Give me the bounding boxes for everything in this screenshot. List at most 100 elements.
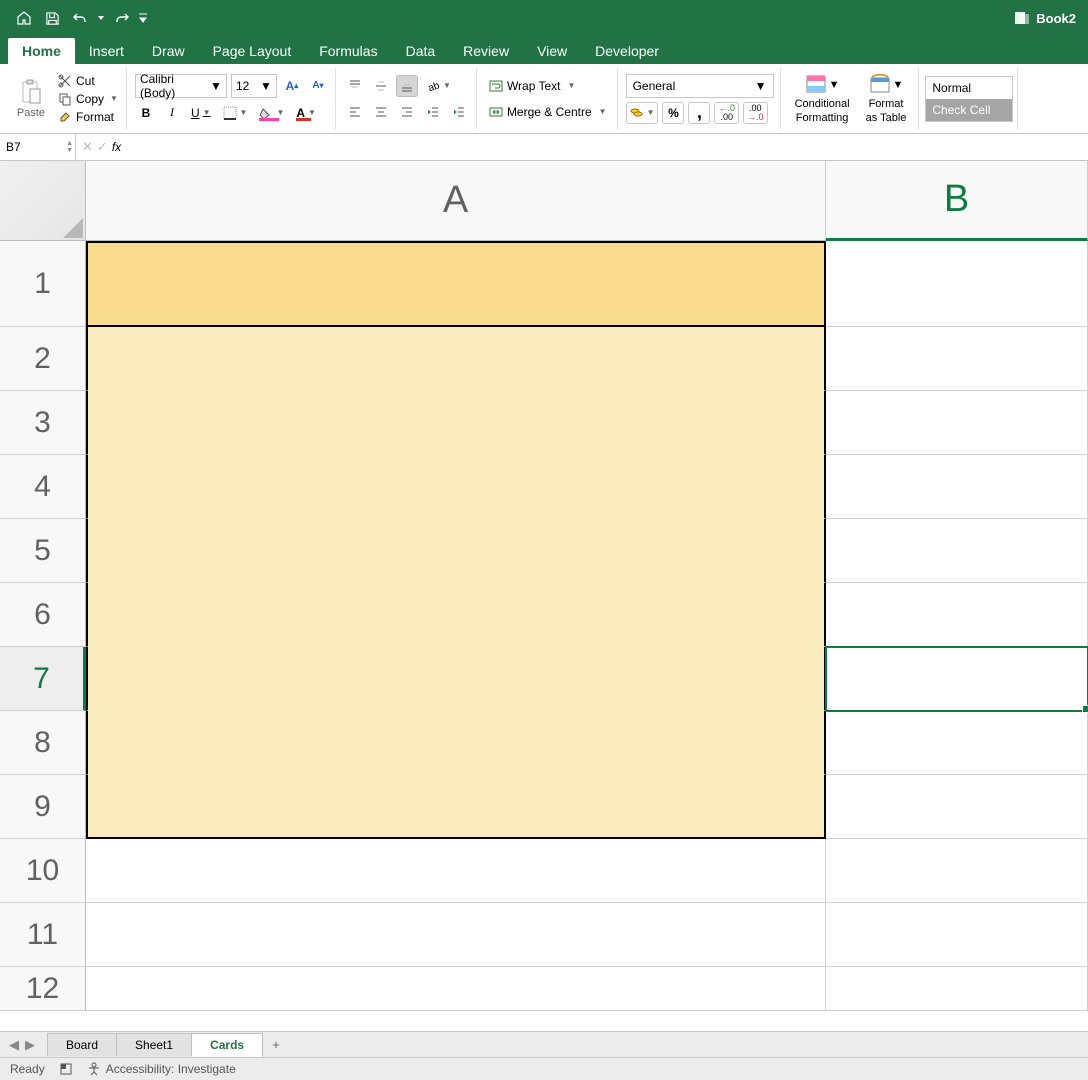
cell-a11[interactable] — [86, 903, 826, 967]
orientation-button[interactable]: ab▼ — [422, 75, 455, 97]
decrease-font-button[interactable]: A▾ — [307, 75, 329, 97]
cell-b10[interactable] — [826, 839, 1088, 903]
cancel-formula-icon[interactable]: ✕ — [82, 139, 93, 155]
cell-b11[interactable] — [826, 903, 1088, 967]
format-painter-button[interactable]: Format — [56, 109, 120, 125]
font-color-button[interactable]: A ▼ — [292, 102, 320, 124]
align-right-button[interactable] — [396, 101, 418, 123]
cell-b1[interactable] — [826, 241, 1088, 327]
copy-button[interactable]: Copy ▼ — [56, 91, 120, 107]
name-box[interactable]: B7 ▲▼ — [0, 134, 76, 160]
spreadsheet-grid[interactable]: A B 1 2 3 4 5 6 7 8 9 — [0, 161, 1088, 1031]
format-as-table-button[interactable]: ▼ Format as Table — [860, 70, 913, 126]
select-all-corner[interactable] — [0, 161, 86, 241]
tab-formulas[interactable]: Formulas — [305, 38, 391, 64]
number-format-select[interactable]: General▼ — [626, 74, 774, 98]
column-header-a[interactable]: A — [86, 161, 826, 241]
fill-color-button[interactable]: ▼ — [255, 102, 288, 124]
align-top-button[interactable] — [344, 75, 366, 97]
style-check-cell[interactable]: Check Cell — [926, 99, 1012, 121]
cell-b12[interactable] — [826, 967, 1088, 1011]
home-icon[interactable] — [12, 6, 36, 30]
tab-review[interactable]: Review — [449, 38, 523, 64]
style-normal[interactable]: Normal — [926, 77, 1012, 99]
tab-page-layout[interactable]: Page Layout — [199, 38, 306, 64]
cell-a8[interactable] — [86, 711, 826, 775]
add-sheet-button[interactable]: + — [263, 1037, 289, 1052]
name-box-up[interactable]: ▲ — [66, 140, 73, 147]
accessibility-status[interactable]: Accessibility: Investigate — [87, 1062, 236, 1076]
row-header-3[interactable]: 3 — [0, 391, 86, 455]
cell-b9[interactable] — [826, 775, 1088, 839]
font-name-select[interactable]: Calibri (Body)▼ — [135, 74, 227, 98]
sheet-tab-board[interactable]: Board — [47, 1033, 117, 1056]
wrap-text-button[interactable]: Wrap Text▼ — [485, 75, 580, 97]
row-header-9[interactable]: 9 — [0, 775, 86, 839]
undo-icon[interactable] — [68, 6, 92, 30]
row-header-5[interactable]: 5 — [0, 519, 86, 583]
formula-input[interactable] — [127, 134, 1088, 160]
row-header-1[interactable]: 1 — [0, 241, 86, 327]
tab-view[interactable]: View — [523, 38, 581, 64]
cell-a4[interactable] — [86, 455, 826, 519]
row-header-2[interactable]: 2 — [0, 327, 86, 391]
row-header-10[interactable]: 10 — [0, 839, 86, 903]
redo-icon[interactable] — [110, 6, 134, 30]
italic-button[interactable]: I — [161, 102, 183, 124]
cell-a3[interactable] — [86, 391, 826, 455]
decrease-indent-button[interactable] — [422, 101, 444, 123]
cell-a1[interactable] — [86, 241, 826, 327]
cell-b4[interactable] — [826, 455, 1088, 519]
row-header-11[interactable]: 11 — [0, 903, 86, 967]
cell-b5[interactable] — [826, 519, 1088, 583]
decrease-decimal-button[interactable]: .00→.0 — [743, 102, 768, 124]
qat-customize-icon[interactable] — [138, 6, 148, 30]
cell-a6[interactable] — [86, 583, 826, 647]
cell-a9[interactable] — [86, 775, 826, 839]
increase-decimal-button[interactable]: ←.0.00 — [714, 102, 739, 124]
cell-styles-gallery[interactable]: Normal Check Cell — [925, 76, 1013, 122]
cell-b6[interactable] — [826, 583, 1088, 647]
sheet-tab-cards[interactable]: Cards — [191, 1033, 263, 1057]
row-header-12[interactable]: 12 — [0, 967, 86, 1011]
paste-button[interactable]: Paste — [10, 69, 52, 129]
sheet-nav-prev[interactable]: ◀ — [6, 1037, 22, 1053]
cell-a12[interactable] — [86, 967, 826, 1011]
merge-centre-button[interactable]: Merge & Centre▼ — [485, 101, 611, 123]
align-bottom-button[interactable] — [396, 75, 418, 97]
underline-button[interactable]: U▼ — [187, 102, 215, 124]
row-header-8[interactable]: 8 — [0, 711, 86, 775]
row-header-6[interactable]: 6 — [0, 583, 86, 647]
tab-data[interactable]: Data — [392, 38, 450, 64]
cell-b3[interactable] — [826, 391, 1088, 455]
cell-a7[interactable] — [86, 647, 826, 711]
conditional-formatting-button[interactable]: ▼ Conditional Formatting — [789, 70, 856, 126]
align-middle-button[interactable] — [370, 75, 392, 97]
macro-record-button[interactable] — [59, 1062, 73, 1076]
name-box-down[interactable]: ▼ — [66, 147, 73, 154]
tab-home[interactable]: Home — [8, 38, 75, 64]
tab-insert[interactable]: Insert — [75, 38, 138, 64]
fx-icon[interactable]: fx — [112, 140, 121, 154]
cell-b2[interactable] — [826, 327, 1088, 391]
borders-button[interactable]: ▼ — [219, 102, 252, 124]
currency-button[interactable]: ▼ — [626, 102, 659, 124]
tab-draw[interactable]: Draw — [138, 38, 199, 64]
tab-developer[interactable]: Developer — [581, 38, 673, 64]
undo-dropdown-icon[interactable] — [96, 6, 106, 30]
enter-formula-icon[interactable]: ✓ — [97, 139, 108, 155]
align-center-button[interactable] — [370, 101, 392, 123]
cell-b7[interactable] — [826, 647, 1088, 711]
comma-button[interactable]: , — [688, 102, 710, 124]
percent-button[interactable]: % — [662, 102, 684, 124]
save-icon[interactable] — [40, 6, 64, 30]
font-size-select[interactable]: 12▼ — [231, 74, 277, 98]
row-header-7[interactable]: 7 — [0, 647, 86, 711]
cell-a2[interactable] — [86, 327, 826, 391]
column-header-b[interactable]: B — [826, 161, 1088, 241]
sheet-nav-next[interactable]: ▶ — [22, 1037, 38, 1053]
cell-a10[interactable] — [86, 839, 826, 903]
increase-indent-button[interactable] — [448, 101, 470, 123]
row-header-4[interactable]: 4 — [0, 455, 86, 519]
bold-button[interactable]: B — [135, 102, 157, 124]
